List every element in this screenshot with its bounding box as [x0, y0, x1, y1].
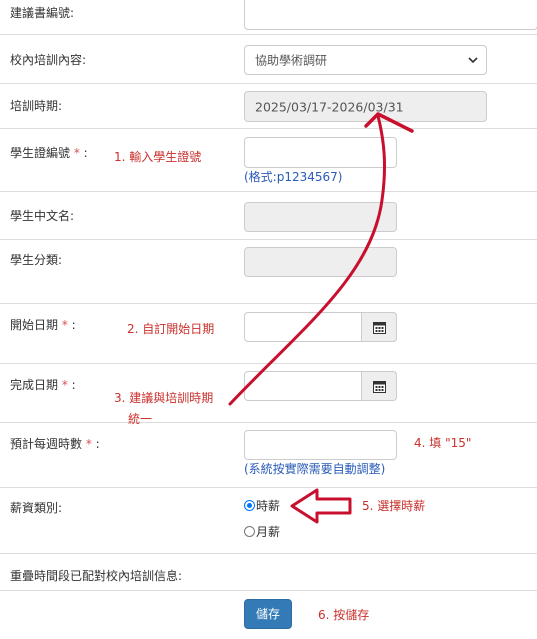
- arrowhead-icon: [364, 112, 414, 133]
- annotation-arrows: [228, 112, 414, 524]
- left-arrow-icon: [290, 488, 352, 524]
- curved-arrow: [228, 114, 386, 406]
